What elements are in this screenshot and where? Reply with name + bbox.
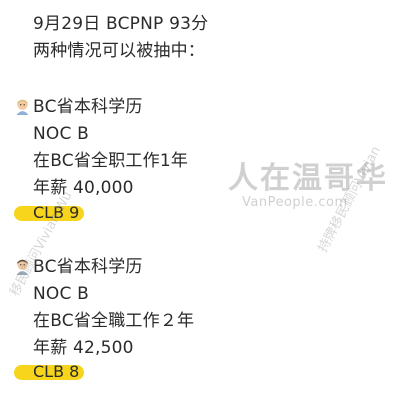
case1-clb: CLB 9 (33, 203, 80, 222)
case2-education-text: BC省本科学历 (33, 257, 143, 277)
case2-work: 在BC省全職工作２年 (33, 311, 195, 331)
case1-noc: NOC B (33, 124, 90, 144)
person-emoji-icon (16, 99, 29, 115)
case1-education-text: BC省本科学历 (33, 97, 143, 117)
case2-noc: NOC B (33, 284, 90, 304)
vanpeople-watermark-cn: 人在温哥华 (228, 161, 388, 196)
vanpeople-watermark-en: VanPeople.com (242, 195, 348, 210)
case1-work: 在BC省全职工作1年 (33, 151, 189, 171)
case1-education: BC省本科学历 (14, 96, 143, 118)
case1-salary: 年薪 40,000 (33, 178, 134, 198)
vanpeople-watermark-logo: 人在温哥华 VanPeople.com (228, 162, 388, 210)
author-watermark-right: 持牌移民顾问Vivian (315, 143, 385, 255)
case2-education: BC省本科学历 (14, 256, 143, 278)
case2-clb: CLB 8 (33, 362, 80, 381)
header-line-date-score: 9月29日 BCPNP 93分 (33, 14, 209, 34)
post-content: 9月29日 BCPNP 93分 两种情况可以被抽中： BC省本科学历 NOC B… (0, 0, 414, 406)
header-line-conditions: 两种情况可以被抽中： (33, 41, 205, 61)
person-emoji-icon (16, 259, 29, 275)
case2-salary: 年薪 42,500 (33, 338, 134, 358)
